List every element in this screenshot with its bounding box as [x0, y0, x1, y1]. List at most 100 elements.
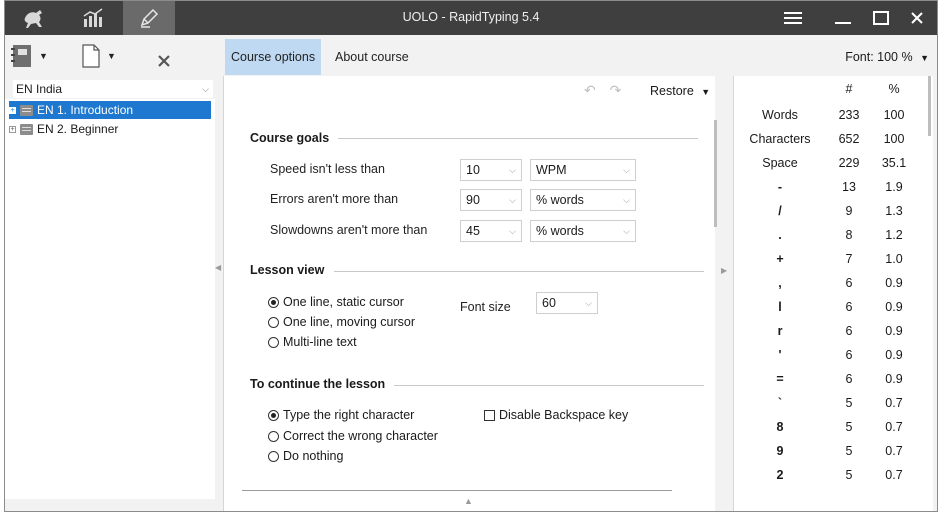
- tab-course-options[interactable]: Course options: [225, 39, 322, 75]
- maximize-icon[interactable]: [861, 1, 901, 35]
- radio-label: Type the right character: [283, 408, 415, 422]
- radio-label: Do nothing: [283, 449, 344, 463]
- close-x-icon: [158, 55, 170, 67]
- font-size-field-label: Font size: [460, 300, 511, 314]
- collapse-right-icon[interactable]: ▶: [721, 266, 727, 275]
- character-stats-panel: # % Words 233 100 Characters 652 100 Space 229 3…: [733, 76, 933, 511]
- stats-row: Words 233 100: [734, 108, 924, 130]
- stats-item: =: [776, 372, 784, 386]
- course-book-icon: [11, 45, 31, 67]
- errors-unit: % words: [536, 193, 584, 207]
- speed-unit-dropdown[interactable]: WPM ⌵: [530, 159, 636, 181]
- stats-count: 13: [842, 180, 856, 194]
- delete-button[interactable]: [157, 48, 171, 74]
- radio-label: One line, moving cursor: [283, 315, 416, 329]
- stats-percent: 0.7: [885, 468, 903, 482]
- stats-percent: 0.9: [885, 372, 903, 386]
- errors-value-dropdown[interactable]: 90 ⌵: [460, 189, 522, 211]
- stats-count: 8: [845, 228, 853, 242]
- stats-scrollbar[interactable]: [928, 76, 931, 136]
- stats-row: 9 5 0.7: [734, 444, 924, 466]
- errors-unit-dropdown[interactable]: % words ⌵: [530, 189, 636, 211]
- stats-row: - 13 1.9: [734, 180, 924, 202]
- radio-dot: [268, 316, 279, 328]
- radio-label: Correct the wrong character: [283, 429, 438, 443]
- stats-percent: 0.9: [885, 348, 903, 362]
- undo-icon[interactable]: ↶: [584, 82, 596, 98]
- chevron-down-icon: ⌵: [509, 226, 516, 236]
- stats-percent: 0.9: [885, 324, 903, 338]
- speed-value-dropdown[interactable]: 10 ⌵: [460, 159, 522, 181]
- stats-item: ,: [778, 276, 782, 290]
- stats-item: `: [777, 396, 783, 410]
- radio-static-cursor[interactable]: One line, static cursor: [268, 295, 404, 309]
- course-book-button[interactable]: ▼: [11, 43, 48, 69]
- chevron-down-icon: ▼: [701, 87, 711, 97]
- errors-label: Errors aren't more than: [270, 192, 399, 206]
- stats-item: Characters: [749, 132, 811, 146]
- stats-percent: 0.7: [885, 444, 903, 458]
- undo-redo-group: ↶ ↷: [584, 82, 621, 99]
- redo-icon[interactable]: ↷: [610, 82, 622, 98]
- chevron-down-icon: ▼: [107, 51, 116, 61]
- font-size-label: Font: 100 %: [845, 50, 913, 64]
- expand-bottom-icon[interactable]: ▲: [464, 496, 473, 506]
- radio-multi-line[interactable]: Multi-line text: [268, 335, 357, 349]
- radio-correct-wrong-char[interactable]: Correct the wrong character: [268, 429, 438, 443]
- stats-item: +: [776, 252, 784, 266]
- restore-button[interactable]: Restore ▼: [650, 84, 710, 98]
- right-splitter[interactable]: ▶: [717, 76, 733, 511]
- new-document-button[interactable]: ▼: [81, 43, 116, 69]
- slowdowns-label: Slowdowns aren't more than: [270, 223, 428, 237]
- stats-row: Characters 652 100: [734, 132, 924, 154]
- radio-dot: [268, 336, 279, 348]
- slowdowns-unit-dropdown[interactable]: % words ⌵: [530, 220, 636, 242]
- stats-item: 2: [776, 468, 784, 482]
- stats-header: # %: [734, 82, 924, 104]
- tree-item-lesson-1[interactable]: + EN 1. Introduction: [9, 101, 211, 119]
- slowdowns-unit: % words: [536, 224, 584, 238]
- speed-value: 10: [466, 163, 480, 177]
- stats-count: 652: [838, 132, 860, 146]
- radio-type-right-char[interactable]: Type the right character: [268, 408, 414, 422]
- section-divider: [334, 271, 704, 272]
- chevron-down-icon: ⌵: [623, 195, 630, 205]
- close-icon[interactable]: [897, 1, 937, 35]
- stats-row: = 6 0.9: [734, 372, 924, 394]
- stats-row: ' 6 0.9: [734, 348, 924, 370]
- stats-count: 5: [845, 468, 853, 482]
- stats-count: 6: [845, 348, 853, 362]
- tab-about-course[interactable]: About course: [329, 39, 415, 75]
- tree-item-lesson-2[interactable]: + EN 2. Beginner: [9, 120, 211, 138]
- font-size-control[interactable]: Font: 100 % ▼: [845, 39, 929, 76]
- stats-count: 5: [845, 444, 853, 458]
- menu-icon[interactable]: [773, 1, 813, 35]
- slowdowns-value-dropdown[interactable]: 45 ⌵: [460, 220, 522, 242]
- stats-count: 6: [845, 324, 853, 338]
- lesson-icon: [20, 123, 33, 135]
- course-dropdown[interactable]: EN India ⌵: [13, 80, 213, 98]
- radio-label: One line, static cursor: [283, 295, 404, 309]
- lesson-icon: [20, 104, 33, 116]
- expand-icon[interactable]: +: [9, 106, 16, 114]
- radio-moving-cursor[interactable]: One line, moving cursor: [268, 315, 415, 329]
- section-lesson-view: Lesson view: [250, 263, 325, 277]
- stats-count: 229: [838, 156, 860, 170]
- radio-do-nothing[interactable]: Do nothing: [268, 449, 343, 463]
- font-size-dropdown[interactable]: 60 ⌵: [536, 292, 598, 314]
- stats-percent: 0.7: [885, 420, 903, 434]
- minimize-icon[interactable]: [823, 1, 863, 35]
- stats-row: r 6 0.9: [734, 324, 924, 346]
- section-divider: [394, 385, 704, 386]
- course-toolbar: ▼ ▼: [5, 35, 223, 77]
- collapse-left-icon[interactable]: ◀: [215, 263, 221, 272]
- disable-backspace-checkbox[interactable]: Disable Backspace key: [484, 408, 628, 422]
- app-window: UOLO - RapidTyping 5.4 ▼ ▼ EN India ⌵ + …: [4, 0, 938, 512]
- course-options-panel: ↶ ↷ Restore ▼ Course goals Speed isn't l…: [223, 76, 717, 511]
- expand-icon[interactable]: +: [9, 125, 16, 133]
- stats-item: .: [778, 228, 782, 242]
- stats-header-count: #: [845, 82, 853, 96]
- stats-percent: 0.7: [885, 396, 903, 410]
- left-splitter[interactable]: ◀: [213, 77, 223, 507]
- chevron-down-icon: ▼: [39, 51, 48, 61]
